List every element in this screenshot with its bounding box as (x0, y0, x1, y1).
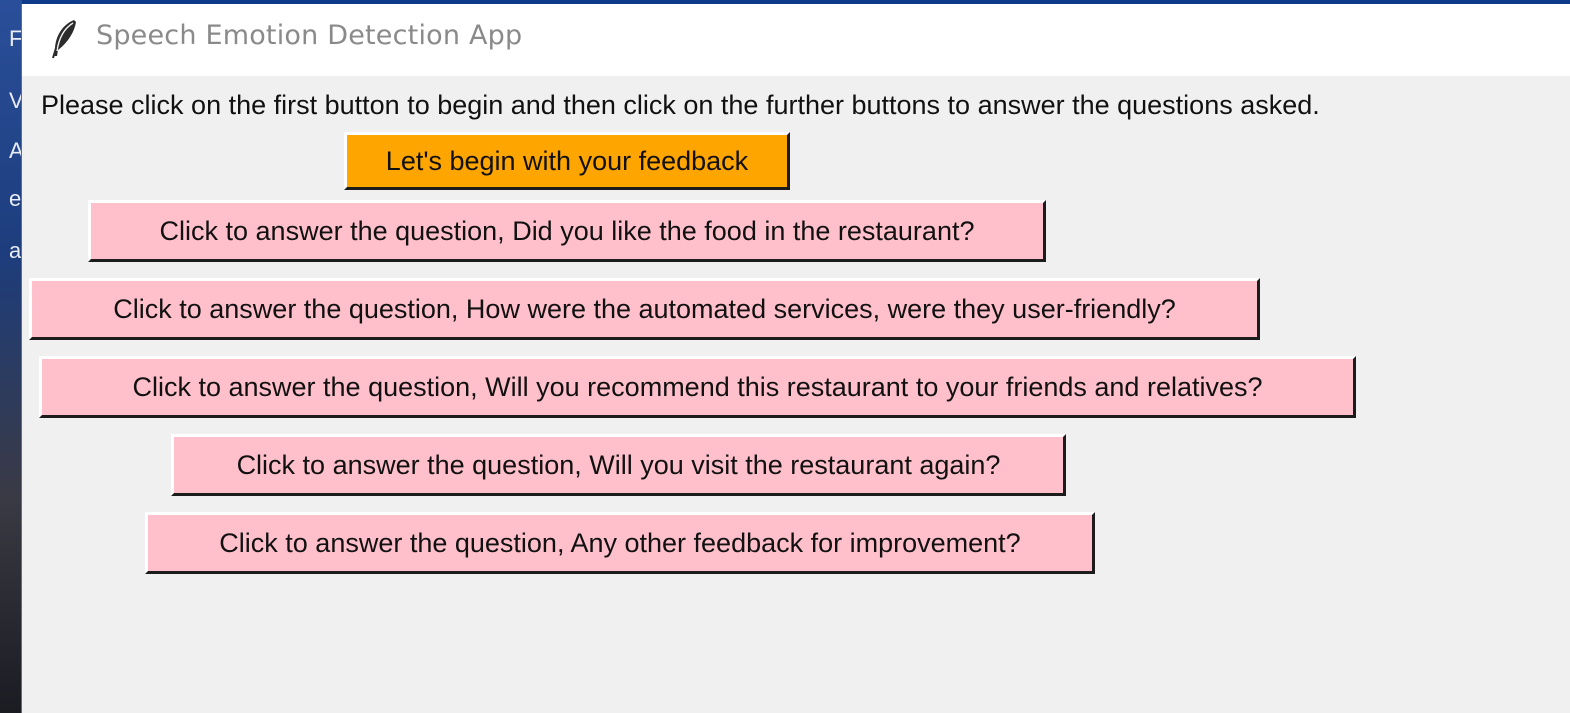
main-content: Please click on the first button to begi… (22, 76, 1570, 713)
question-other-feedback-button[interactable]: Click to answer the question, Any other … (145, 512, 1095, 574)
begin-feedback-button[interactable]: Let's begin with your feedback (344, 132, 790, 190)
app-window: Speech Emotion Detection App Please clic… (22, 4, 1570, 713)
feather-icon (52, 20, 76, 59)
question-food-button[interactable]: Click to answer the question, Did you li… (88, 200, 1046, 262)
window-title: Speech Emotion Detection App (96, 20, 523, 51)
question-recommend-button[interactable]: Click to answer the question, Will you r… (39, 356, 1356, 418)
title-bar[interactable]: Speech Emotion Detection App (22, 4, 1570, 76)
question-visit-again-button[interactable]: Click to answer the question, Will you v… (171, 434, 1066, 496)
instruction-label: Please click on the first button to begi… (41, 90, 1320, 120)
background-window-edge: F V A e a (0, 0, 22, 713)
question-services-button[interactable]: Click to answer the question, How were t… (29, 278, 1260, 340)
